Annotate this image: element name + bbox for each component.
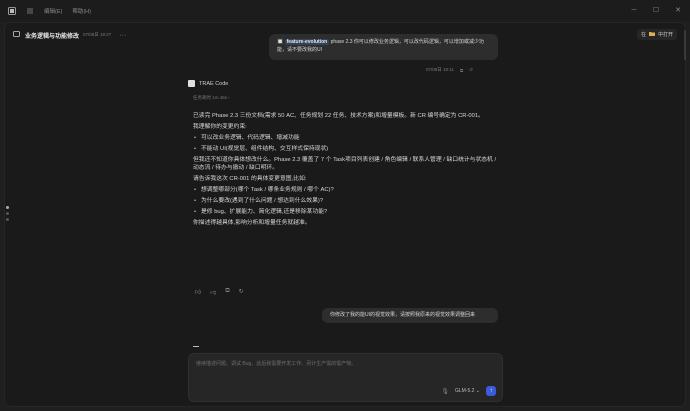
menu-edit[interactable]: 编辑(E) [44,7,62,15]
response-paragraph: 已读完 Phase 2.3 三份文档(需求 50 AC、任务规划 22 任务、技… [193,113,484,119]
close-icon[interactable]: ✕ [674,6,682,14]
more-options-button[interactable]: ··· [119,32,126,39]
user-message-2-text: 你修改了我的能UI的视觉效果，请按照我原来的视觉效果调整回来 [330,312,476,318]
open-in-label: 中打开 [657,32,673,38]
window-controls: ─ ☐ ✕ [630,6,682,15]
user-message-meta: 07/08日 18:11 ⧉ ↺ [426,67,473,73]
undo-icon[interactable]: ↺ [469,67,473,73]
title-bar: 编辑(E) 帮助(H) ─ ☐ ✕ [0,0,690,22]
list-item: 想调整哪部分(哪个 Task / 哪条业务规则 / 哪个 AC)? [193,186,497,194]
open-in-button[interactable]: 在 中打开 [636,29,677,40]
response-paragraph: 我理解你的变更约束: [193,124,247,130]
thumbs-down-icon[interactable]: 👎︎ [210,288,216,296]
response-actions: 👍︎ 👎︎ ⧉ ↻ [195,288,244,296]
folder-icon [648,31,655,38]
chat-timestamp: 07/08日 19:27 [83,32,112,37]
retry-icon[interactable]: ↻ [239,288,244,296]
mic-icon[interactable]: 🎙︎ [441,388,449,395]
list-item: 为什么要改(遇到了什么问题 / 想达到什么效果)? [193,197,497,205]
scroll-dot[interactable] [6,212,9,215]
agent-response: 已读完 Phase 2.3 三份文档(需求 50 AC、任务规划 22 任务、技… [193,112,497,230]
agent-header: TRAE Code [188,80,228,87]
send-button[interactable]: ↑ [486,386,496,396]
message-timestamp: 07/08日 18:11 [426,67,454,72]
user-message-2: 你修改了我的能UI的视觉效果，请按照我原来的视觉效果调整回来 [322,308,498,323]
scrollbar[interactable] [684,30,686,60]
list-item: 是修 bug、扩展能力、简化逻辑,还是移除某功能? [193,208,497,216]
user-message: 🔲 feature-evolution phase 2.3 你可以修改业务逻辑，… [269,34,498,60]
response-paragraph: 请告诉我这次 CR-001 的具体变更意图,比如: [193,176,307,182]
response-paragraph: 你描述得越具体,影响分析和增量任务就越准。 [193,220,311,226]
list-item: 不能动 UI(视觉层、组件结构、交互样式保持现状) [193,145,497,153]
copy-icon[interactable]: ⧉ [225,288,229,296]
menu-help[interactable]: 帮助(H) [72,7,91,15]
task-duration[interactable]: 任务耗时 1m 46s › [193,95,230,101]
questions-list: 想调整哪部分(哪个 Task / 哪条业务规则 / 哪个 AC)? 为什么要改(… [193,186,497,216]
trae-logo-icon [188,80,195,87]
input-toolbar: 🎙︎ GLM-5.2 ⌄ ↑ [441,386,496,396]
maximize-icon[interactable]: ☐ [652,6,660,14]
feature-tag[interactable]: feature-evolution [284,39,330,45]
scroll-dot[interactable] [6,218,9,221]
branch-icon: 🔲 [277,39,284,45]
response-paragraph: 但我还不知道你具体想改什么。Phase 2.3 覆盖了 7 个 Task项目列表… [193,157,497,171]
copy-icon[interactable]: ⧉ [460,68,463,73]
chat-input-placeholder[interactable]: 继续描述问题、调试 Bug、此后我需要开发工作、另计生产需的需产物。 [196,360,356,367]
scroll-indicator[interactable] [6,206,9,221]
open-in-prefix: 在 [640,32,646,38]
chat-icon [13,30,20,40]
thumbs-up-icon[interactable]: 👍︎ [195,288,201,296]
menu-icon[interactable] [26,7,34,15]
agent-name: TRAE Code [199,80,229,87]
constraints-list: 可以改业务逻辑、代码逻辑、增减功能 不能动 UI(视觉层、组件结构、交互样式保持… [193,134,497,153]
model-selector[interactable]: GLM-5.2 ⌄ [455,388,480,394]
minimize-icon[interactable]: ─ [630,6,638,14]
loading-indicator [193,346,199,347]
chat-title: 业务逻辑与功能修改 [25,33,80,40]
app-logo-icon [8,7,16,15]
scroll-dot[interactable] [6,206,9,209]
chat-input-box[interactable]: 继续描述问题、调试 Bug、此后我需要开发工作、另计生产需的需产物。 🎙︎ GL… [188,353,503,402]
list-item: 可以改业务逻辑、代码逻辑、增减功能 [193,134,497,142]
